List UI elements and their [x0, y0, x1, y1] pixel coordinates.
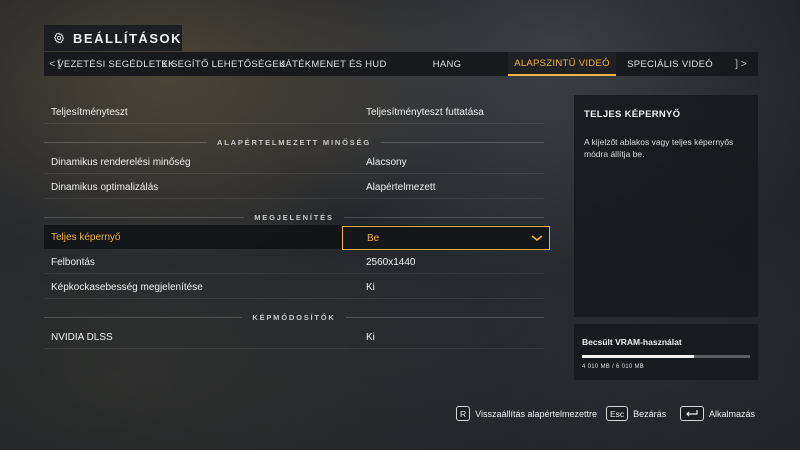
tab-accessibility[interactable]: KISEGÍTŐ LEHETŐSÉGEK	[161, 52, 285, 76]
setting-value[interactable]: Ki	[366, 332, 375, 343]
setting-row-dynamic-render-quality[interactable]: Dinamikus renderelési minőség Alacsony	[44, 150, 544, 174]
setting-row-resolution[interactable]: Felbontás 2560x1440	[44, 250, 544, 274]
setting-row-benchmark[interactable]: Teljesítményteszt Teljesítményteszt futt…	[44, 100, 544, 124]
section-display: MEGJELENÍTÉS	[44, 211, 544, 223]
fullscreen-dropdown[interactable]: Be	[342, 226, 550, 250]
vram-usage-bar	[582, 355, 750, 358]
setting-label: Teljes képernyő	[51, 232, 121, 243]
reset-defaults-button[interactable]: R Visszaállítás alapértelmezettre	[456, 406, 597, 421]
vram-usage-text: 4 010 MB / 6 010 MB	[582, 364, 645, 370]
info-title: TELJES KÉPERNYŐ	[584, 109, 681, 120]
enter-key-icon	[680, 406, 704, 421]
setting-value[interactable]: 2560x1440	[366, 257, 416, 268]
setting-label: Teljesítményteszt	[51, 107, 128, 118]
close-button[interactable]: Esc Bezárás	[606, 406, 666, 421]
setting-value[interactable]: Alacsony	[366, 157, 407, 168]
section-title: ALAPÉRTELMEZETT MINŐSÉG	[217, 137, 371, 147]
key-esc: Esc	[606, 406, 629, 421]
vram-panel: Becsült VRAM-használat 4 010 MB / 6 010 …	[574, 324, 758, 380]
apply-button[interactable]: Alkalmazás	[680, 406, 755, 421]
close-label: Bezárás	[633, 408, 667, 419]
section-title: MEGJELENÍTÉS	[254, 212, 334, 222]
vram-title: Becsült VRAM-használat	[582, 337, 682, 347]
info-description: A kijelzőt ablakos vagy teljes képernyős…	[584, 137, 734, 159]
info-panel: TELJES KÉPERNYŐ A kijelzőt ablakos vagy …	[574, 95, 758, 317]
setting-row-dynamic-optimization[interactable]: Dinamikus optimalizálás Alapértelmezett	[44, 175, 544, 199]
setting-row-nvidia-dlss[interactable]: NVIDIA DLSS Ki	[44, 325, 544, 349]
section-title: KÉPMÓDOSÍTÓK	[252, 312, 336, 322]
setting-value[interactable]: Teljesítményteszt futtatása	[366, 107, 484, 118]
key-r: R	[456, 406, 471, 421]
tab-driving-assists[interactable]: VEZETÉSI SEGÉDLETEK	[57, 52, 174, 76]
section-upscalers: KÉPMÓDOSÍTÓK	[44, 311, 544, 323]
setting-value[interactable]: Ki	[366, 282, 375, 293]
apply-label: Alkalmazás	[709, 408, 756, 419]
setting-label: NVIDIA DLSS	[51, 332, 113, 343]
setting-label: Felbontás	[51, 257, 95, 268]
page-title: BEÁLLÍTÁSOK	[73, 30, 182, 46]
tab-next-button[interactable]: ] >	[724, 59, 758, 70]
section-default-quality: ALAPÉRTELMEZETT MINŐSÉG	[44, 136, 544, 148]
chevron-down-icon	[531, 235, 543, 242]
tab-bar: < [ VEZETÉSI SEGÉDLETEK KISEGÍTŐ LEHETŐS…	[44, 52, 758, 76]
setting-value[interactable]: Alapértelmezett	[366, 182, 435, 193]
setting-label: Dinamikus optimalizálás	[51, 182, 159, 193]
settings-header: BEÁLLÍTÁSOK	[44, 25, 182, 51]
setting-row-fps-display[interactable]: Képkockasebesség megjelenítése Ki	[44, 275, 544, 299]
tab-advanced-video[interactable]: SPECIÁLIS VIDEÓ	[616, 52, 724, 76]
gear-icon	[53, 32, 65, 44]
vram-usage-fill	[582, 355, 695, 358]
tab-basic-video[interactable]: ALAPSZINTŰ VIDEÓ	[508, 52, 616, 76]
dropdown-value: Be	[367, 233, 380, 244]
tab-gameplay-hud[interactable]: JÁTÉKMENET ÉS HUD	[280, 52, 386, 76]
setting-label: Dinamikus renderelési minőség	[51, 157, 191, 168]
tab-audio[interactable]: HANG	[386, 52, 508, 76]
reset-label: Visszaállítás alapértelmezettre	[475, 408, 598, 419]
setting-row-fullscreen[interactable]: Teljes képernyő Be	[44, 225, 550, 250]
setting-label: Képkockasebesség megjelenítése	[51, 282, 203, 293]
